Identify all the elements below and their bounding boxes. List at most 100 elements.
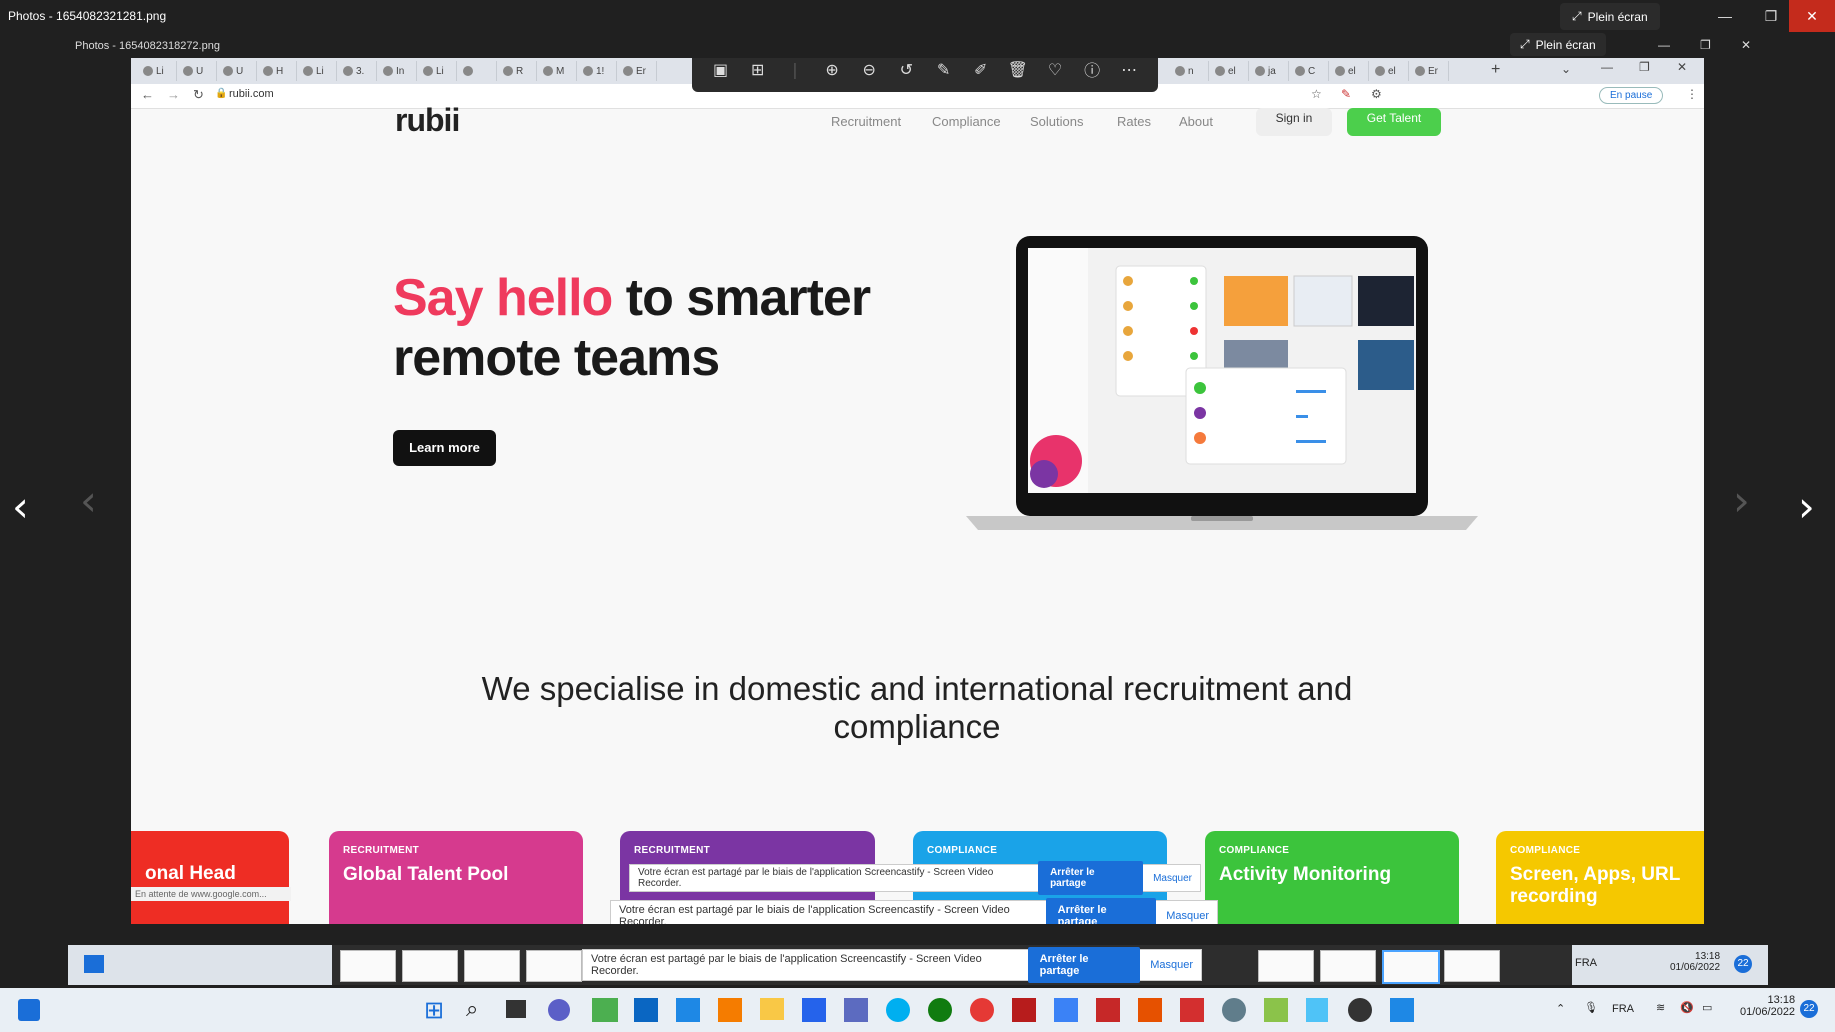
tray-clock[interactable]: 13:18 01/06/2022 — [1670, 951, 1720, 973]
window-thumbnail[interactable] — [1320, 950, 1376, 982]
app-icon[interactable] — [1138, 998, 1162, 1022]
wifi-icon[interactable]: ≋ — [1656, 1001, 1665, 1014]
rotate-icon[interactable]: ↺ — [892, 60, 920, 79]
window-thumbnail[interactable] — [1258, 950, 1314, 982]
browser-tab[interactable]: 1! — [577, 61, 617, 81]
browser-tab[interactable]: M — [537, 61, 577, 81]
browser-tab[interactable]: el — [1329, 61, 1369, 81]
inner-next-arrow-icon[interactable]: › — [1733, 476, 1750, 525]
app-icon[interactable] — [1348, 998, 1372, 1022]
image-icon[interactable]: ▣ — [707, 60, 735, 79]
nav-link-compliance[interactable]: Compliance — [932, 114, 1001, 129]
inner-minimize-button[interactable]: — — [1658, 38, 1670, 52]
app-icon[interactable] — [1054, 998, 1078, 1022]
browser-tab[interactable]: el — [1209, 61, 1249, 81]
volume-icon[interactable]: 🔇 — [1680, 1001, 1694, 1014]
widgets-icon[interactable] — [84, 955, 104, 973]
task-view-icon[interactable] — [506, 1000, 526, 1018]
notification-badge[interactable]: 22 — [1734, 955, 1752, 973]
app-icon[interactable] — [844, 998, 868, 1022]
window-thumbnail[interactable] — [340, 950, 396, 982]
browser-tab[interactable]: n — [1169, 61, 1209, 81]
window-thumbnail[interactable] — [464, 950, 520, 982]
inner-previous-arrow-icon[interactable]: ‹ — [80, 476, 97, 525]
nav-link-recruitment[interactable]: Recruitment — [831, 114, 901, 129]
fullscreen-button[interactable]: ⤢ Plein écran — [1560, 3, 1660, 30]
browser-minimize-button[interactable]: — — [1601, 60, 1613, 74]
sign-in-button[interactable]: Sign in — [1256, 108, 1332, 136]
nav-link-about[interactable]: About — [1179, 114, 1213, 129]
favorite-icon[interactable]: ♡ — [1041, 60, 1069, 79]
vscode-icon[interactable] — [676, 998, 700, 1022]
stop-sharing-button[interactable]: Arrêter le partage — [1027, 947, 1141, 983]
edit-image-icon[interactable]: ✎ — [930, 60, 958, 79]
url-field[interactable]: rubii.com — [229, 88, 274, 100]
info-icon[interactable]: ⓘ — [1078, 58, 1106, 81]
tray-language[interactable]: FRA — [1612, 1003, 1634, 1015]
inner-fullscreen-button[interactable]: ⤢ Plein écran — [1510, 33, 1606, 56]
next-arrow-icon[interactable]: › — [1798, 482, 1815, 531]
outlook-icon[interactable] — [634, 998, 658, 1022]
browser-tab[interactable]: Er — [617, 61, 657, 81]
sublime-icon[interactable] — [718, 998, 742, 1022]
delete-icon[interactable]: 🗑 — [1004, 60, 1032, 79]
service-card[interactable]: COMPLIANCE Screen, Apps, URL recording — [1496, 831, 1704, 924]
forward-icon[interactable]: → — [167, 87, 180, 102]
back-icon[interactable]: ← — [141, 87, 154, 102]
close-button[interactable]: ✕ — [1789, 0, 1835, 32]
reload-icon[interactable]: ↻ — [193, 87, 204, 103]
tray-overflow-icon[interactable]: ⌃ — [1556, 1002, 1565, 1015]
inner-close-button[interactable]: ✕ — [1741, 38, 1751, 52]
notification-badge[interactable]: 22 — [1800, 1000, 1818, 1018]
zoom-out-icon[interactable]: ⊖ — [855, 60, 883, 79]
microphone-icon[interactable]: 🎙 — [1584, 1001, 1598, 1014]
service-card[interactable]: RECRUITMENT Global Talent Pool — [329, 831, 583, 924]
extension-icon[interactable]: ✎ — [1341, 87, 1351, 101]
browser-close-button[interactable]: ✕ — [1677, 60, 1687, 74]
browser-tab[interactable]: Li — [417, 61, 457, 81]
browser-tab[interactable]: U — [217, 61, 257, 81]
app-icon[interactable] — [592, 998, 618, 1022]
tab-search-icon[interactable]: ⌄ — [1561, 62, 1571, 76]
window-thumbnail[interactable] — [1382, 950, 1440, 984]
site-logo[interactable]: rubii — [395, 102, 460, 139]
app-icon[interactable] — [1264, 998, 1288, 1022]
more-icon[interactable]: ⋯ — [1115, 60, 1143, 79]
acrobat-icon[interactable] — [1180, 998, 1204, 1022]
service-card[interactable]: COMPLIANCE Activity Monitoring — [1205, 831, 1459, 924]
browser-tab[interactable]: R — [497, 61, 537, 81]
chrome-icon[interactable] — [970, 998, 994, 1022]
hide-button[interactable]: Masquer — [1153, 873, 1192, 884]
nav-link-rates[interactable]: Rates — [1117, 114, 1151, 129]
hide-button[interactable]: Masquer — [1166, 910, 1209, 922]
tray-language[interactable]: FRA — [1575, 957, 1597, 969]
browser-tab[interactable]: H — [257, 61, 297, 81]
maximize-button[interactable]: ❐ — [1748, 0, 1794, 32]
start-icon[interactable]: ⊞ — [424, 996, 444, 1025]
xbox-icon[interactable] — [928, 998, 952, 1022]
notepad-icon[interactable] — [1306, 998, 1328, 1022]
search-icon[interactable]: ⌕ — [466, 996, 478, 1022]
browser-tab[interactable] — [457, 61, 497, 81]
more-menu-icon[interactable]: ⋮ — [1686, 87, 1698, 101]
profile-pause-button[interactable]: En pause — [1599, 87, 1664, 104]
hide-button[interactable]: Masquer — [1150, 959, 1193, 971]
stop-sharing-button[interactable]: Arrêter le partage — [1045, 898, 1157, 924]
browser-tab[interactable]: Li — [137, 61, 177, 81]
zoom-in-icon[interactable]: ⊕ — [818, 60, 846, 79]
nav-link-solutions[interactable]: Solutions — [1030, 114, 1083, 129]
photos-icon[interactable] — [1390, 998, 1414, 1022]
browser-maximize-button[interactable]: ❐ — [1639, 60, 1650, 74]
stop-sharing-button[interactable]: Arrêter le partage — [1038, 861, 1144, 895]
browser-tab[interactable]: C — [1289, 61, 1329, 81]
service-card[interactable]: onal Head — [131, 831, 289, 924]
get-talent-button[interactable]: Get Talent — [1347, 108, 1441, 136]
settings-icon[interactable] — [1222, 998, 1246, 1022]
extension-icon[interactable]: ⚙ — [1371, 87, 1382, 101]
teams-chat-icon[interactable] — [548, 999, 570, 1021]
browser-tab[interactable]: 3. — [337, 61, 377, 81]
star-icon[interactable]: ☆ — [1311, 87, 1322, 101]
skype-icon[interactable] — [886, 998, 910, 1022]
browser-tab[interactable]: el — [1369, 61, 1409, 81]
tray-clock[interactable]: 13:18 01/06/2022 — [1740, 994, 1795, 1018]
